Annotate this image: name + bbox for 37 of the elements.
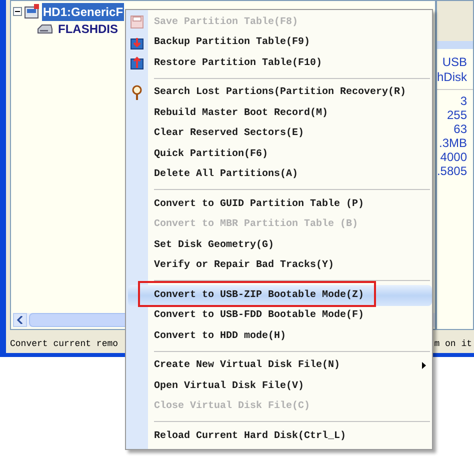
column-header: USB [442, 55, 467, 70]
menu-item[interactable]: Reload Current Hard Disk(Ctrl_L) [148, 426, 432, 446]
floppy-icon [130, 15, 144, 30]
value-text: 3 [460, 94, 467, 108]
selection-band [436, 41, 473, 49]
value-text: .3MB [438, 136, 467, 150]
drive-icon [24, 4, 40, 19]
menu-item[interactable]: Verify or Repair Bad Tracks(Y) [148, 256, 432, 276]
scroll-left-button[interactable] [13, 313, 27, 327]
menu-item[interactable]: Set Disk Geometry(G) [148, 235, 432, 256]
value-text: 255 [446, 108, 467, 122]
menu-item[interactable]: Backup Partition Table(F9) [148, 32, 432, 53]
menu-item[interactable]: Delete All Partitions(A) [148, 164, 432, 185]
menu-item[interactable]: Convert to USB-ZIP Bootable Mode(Z) [128, 285, 432, 306]
arrow-box-icon [130, 36, 144, 50]
value-text: 4000 [440, 150, 467, 164]
tree-item[interactable]: FLASHDIS [57, 20, 119, 38]
menu-item[interactable]: Restore Partition Table(F10) [148, 53, 432, 74]
tree-item[interactable]: HD1:GenericF [42, 2, 124, 20]
value-text: .5805 [436, 164, 467, 178]
menu-item[interactable]: Quick Partition(F6) [148, 144, 432, 164]
menu-item[interactable]: Convert to USB-FDD Bootable Mode(F) [148, 306, 432, 326]
value-text: 63 [454, 122, 467, 136]
status-text: m on it [434, 338, 472, 352]
menu-item[interactable]: Convert to HDD mode(H) [148, 326, 432, 346]
menu-item[interactable]: Search Lost Partions(Partition Recovery(R) [148, 82, 432, 103]
menu-item[interactable]: Convert to GUID Partition Table (P) [148, 194, 432, 214]
chevron-left-icon [17, 316, 23, 324]
status-text: Convert current remo [10, 338, 118, 352]
arrow-box-icon [130, 56, 144, 70]
menu-item[interactable]: Open Virtual Disk File(V) [148, 376, 432, 396]
collapse-icon[interactable] [13, 7, 22, 16]
column-header: hDisk [436, 70, 467, 85]
menu-item[interactable]: Create New Virtual Disk File(N) [148, 356, 432, 376]
menu-item[interactable]: Rebuild Master Boot Record(M) [148, 103, 432, 124]
menu-item[interactable]: Clear Reserved Sectors(E) [148, 124, 432, 144]
search-icon [131, 84, 143, 101]
